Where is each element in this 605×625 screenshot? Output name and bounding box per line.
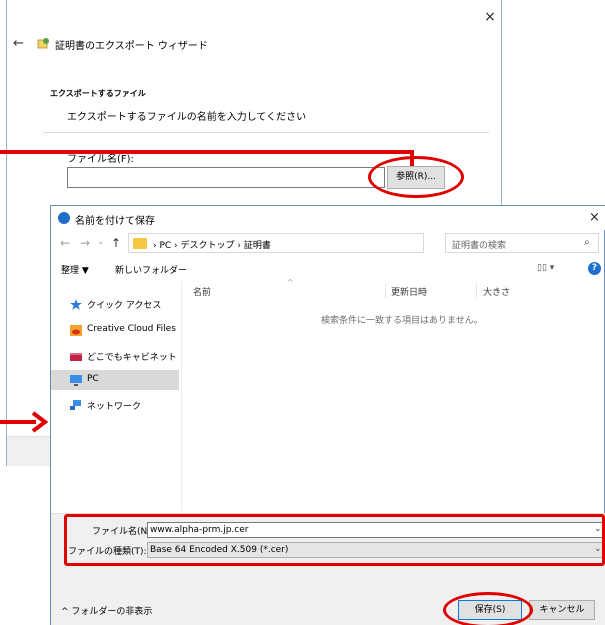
dialog-title: 名前を付けて保存 [75, 216, 155, 227]
creative-cloud-icon [70, 325, 82, 336]
annotation-line [0, 150, 414, 154]
search-icon[interactable]: ⌕ [584, 237, 590, 248]
search-input[interactable]: 証明書の検索 ⌕ [445, 233, 599, 253]
sidebar-item-label: クイック アクセス [87, 301, 162, 311]
sidebar-item-cabinet[interactable]: どこでもキャビネット [51, 346, 179, 366]
toolbar: 整理 ▼ 新しいフォルダー ▯▯ ▾ ? [51, 259, 605, 281]
new-folder-button[interactable]: 新しいフォルダー [115, 263, 187, 276]
pane-divider [181, 281, 182, 511]
sort-indicator: ^ [287, 278, 294, 287]
cabinet-icon [70, 353, 82, 361]
view-options-icon[interactable]: ▯▯ ▾ [537, 263, 554, 273]
breadcrumb[interactable]: › PC › デスクトップ › 証明書 [153, 238, 271, 251]
sidebar-item-pc[interactable]: PC [51, 370, 179, 390]
folder-icon [133, 238, 147, 249]
close-icon[interactable]: × [589, 210, 600, 225]
pc-icon [70, 375, 82, 386]
sidebar-item-network[interactable]: ネットワーク [51, 395, 179, 415]
column-divider [385, 284, 386, 298]
navigation-pane: クイック アクセス Creative Cloud Files どこでもキャビネッ… [51, 281, 181, 511]
annotation-oval-browse [368, 156, 464, 198]
column-divider [476, 284, 477, 298]
empty-results-message: 検索条件に一致する項目はありません。 [321, 316, 483, 326]
file-name-field[interactable] [67, 167, 385, 188]
navigation-bar: ← → ⌄ ↑ › PC › デスクトップ › 証明書 ⌄ ↻ 証明書の検索 ⌕ [51, 233, 605, 255]
separator [43, 132, 489, 133]
wizard-title: 証明書のエクスポート ウィザード [55, 41, 208, 52]
column-header-size[interactable]: 大きさ [483, 285, 510, 298]
cancel-button[interactable]: キャンセル [529, 600, 595, 620]
search-placeholder: 証明書の検索 [452, 241, 507, 251]
sidebar-item-creative-cloud[interactable]: Creative Cloud Files [51, 320, 179, 340]
organize-menu[interactable]: 整理 ▼ [61, 263, 89, 276]
column-header-name[interactable]: 名前 [193, 285, 211, 298]
close-icon[interactable]: × [483, 10, 497, 24]
annotation-arrow-head [31, 411, 48, 433]
annotation-rect-filename [64, 514, 605, 566]
sidebar-item-quick-access[interactable]: クイック アクセス [51, 294, 179, 314]
sidebar-item-label: Creative Cloud Files [87, 324, 176, 334]
sidebar-item-label: どこでもキャビネット [87, 353, 177, 363]
sidebar-item-label: PC [87, 374, 99, 384]
forward-icon[interactable]: → [80, 236, 90, 250]
back-icon[interactable]: ← [60, 236, 70, 250]
help-icon[interactable]: ? [588, 262, 601, 275]
section-description: エクスポートするファイルの名前を入力してください [67, 112, 307, 123]
annotation-oval-save [443, 592, 533, 625]
section-title: エクスポートするファイル [50, 89, 146, 98]
address-bar[interactable]: › PC › デスクトップ › 証明書 ⌄ ↻ [128, 233, 501, 253]
star-icon [70, 299, 82, 310]
back-arrow-icon[interactable]: ← [13, 36, 24, 51]
dialog-titlebar: 名前を付けて保存 × [51, 206, 605, 230]
certificate-icon [37, 38, 49, 49]
column-header-date[interactable]: 更新日時 [391, 285, 427, 298]
sidebar-item-label: ネットワーク [87, 402, 142, 412]
up-icon[interactable]: ↑ [111, 236, 121, 250]
edge-icon [58, 212, 70, 224]
network-icon [70, 400, 81, 410]
recent-locations-icon[interactable]: ⌄ [97, 237, 105, 247]
hide-folders-toggle[interactable]: ^ フォルダーの非表示 [61, 604, 152, 617]
